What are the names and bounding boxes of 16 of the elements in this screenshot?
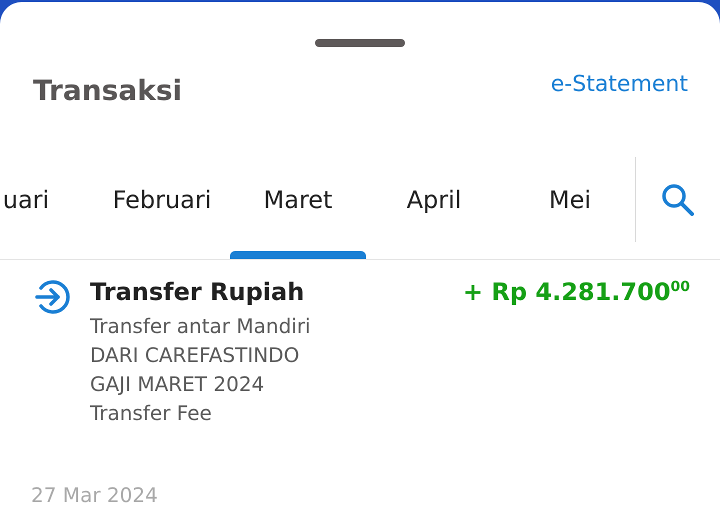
month-tab[interactable]: uari [0, 157, 94, 259]
drag-handle[interactable] [315, 39, 405, 47]
month-tab[interactable]: April [366, 157, 502, 259]
month-tab[interactable]: Februari [94, 157, 230, 259]
transaction-amount: + Rp 4.281.700$^{00}$ [462, 278, 690, 306]
sheet-title: Transaksi [33, 74, 182, 106]
search-icon[interactable] [661, 183, 695, 217]
transaction-detail: Transfer Fee [90, 400, 213, 427]
transaction-detail: DARI CAREFASTINDO [90, 342, 300, 369]
e-statement-link[interactable]: e-Statement [550, 72, 688, 96]
month-tab[interactable]: Mei [502, 157, 636, 259]
transaction-detail: Transfer antar Mandiri [90, 313, 312, 340]
transaction-title[interactable]: Transfer Rupiah [90, 278, 304, 306]
month-tab[interactable]: Maret [230, 157, 366, 259]
transaction-detail: GAJI MARET 2024 [90, 371, 266, 398]
date-header: 27 Mar 2024 [31, 483, 158, 507]
